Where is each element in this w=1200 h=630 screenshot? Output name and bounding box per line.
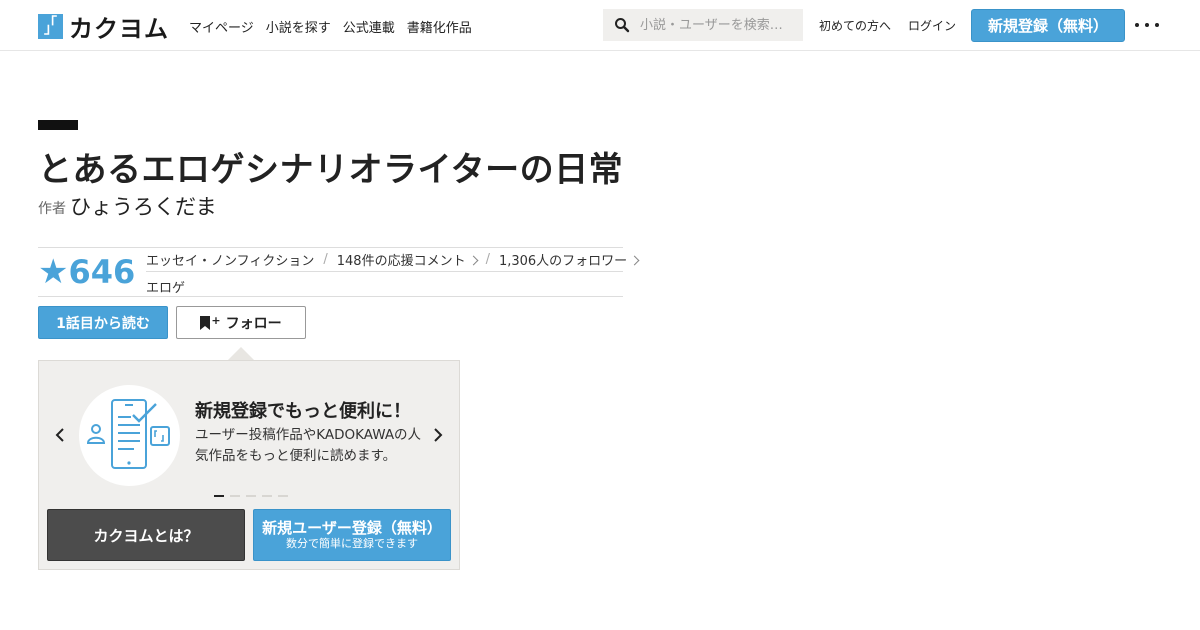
carousel-dot[interactable] xyxy=(278,495,288,497)
author-label: 作者 xyxy=(38,201,66,217)
title-accent-bar xyxy=(38,120,78,130)
follow-label: フォロー xyxy=(225,315,282,332)
site-header: 「 」 カクヨム マイページ 小説を探す 公式連載 書籍化作品 初めての方へ ロ… xyxy=(0,0,1200,51)
carousel-dots xyxy=(214,495,288,497)
work-stats: ★ 646 エッセイ・ノンフィクション / 148件の応援コメント / 1,30… xyxy=(38,247,640,297)
carousel-dot[interactable] xyxy=(246,495,256,497)
first-time-link[interactable]: 初めての方へ xyxy=(819,17,891,34)
search-icon[interactable] xyxy=(614,17,630,33)
logo-mark: 「 」 xyxy=(38,13,63,39)
tag-link[interactable]: エロゲ xyxy=(146,277,185,296)
star-count: 646 xyxy=(68,253,136,291)
genre-link[interactable]: エッセイ・ノンフィクション xyxy=(146,250,314,269)
star-rating[interactable]: ★ 646 xyxy=(38,252,135,292)
separator: / xyxy=(323,252,328,267)
site-logo[interactable]: 「 」 カクヨム xyxy=(38,13,169,43)
signup-promo-panel: 新規登録でもっと便利に！ ユーザー投稿作品やKADOKAWAの人気作品をもっと便… xyxy=(38,360,460,570)
follow-button[interactable]: + フォロー xyxy=(176,306,306,339)
about-kakuyomu-button[interactable]: カクヨムとは？ xyxy=(47,509,245,561)
register-button-label: 新規ユーザー登録（無料） xyxy=(262,519,442,537)
carousel-dot[interactable] xyxy=(262,495,272,497)
carousel-dot[interactable] xyxy=(214,495,224,497)
main-nav: マイページ 小説を探す 公式連載 書籍化作品 xyxy=(189,17,472,36)
nav-published-works[interactable]: 書籍化作品 xyxy=(407,17,472,36)
followers-count: 1,306人のフォロワー xyxy=(498,254,628,269)
nav-official-series[interactable]: 公式連載 xyxy=(343,17,395,36)
comments-count: 148件の応援コメント xyxy=(336,254,466,269)
search-box xyxy=(603,9,803,41)
chevron-left-icon[interactable] xyxy=(53,427,67,443)
bookmark-plus-icon: + xyxy=(200,315,221,330)
work-meta: エッセイ・ノンフィクション / 148件の応援コメント / 1,306人のフォロ… xyxy=(146,248,640,272)
carousel-dot[interactable] xyxy=(230,495,240,497)
promo-title: 新規登録でもっと便利に！ xyxy=(195,401,411,422)
nav-mypage[interactable]: マイページ xyxy=(189,17,254,36)
chevron-right-icon xyxy=(629,255,640,266)
promo-body: ユーザー投稿作品やKADOKAWAの人気作品をもっと便利に読めます。 xyxy=(195,427,422,464)
register-button-sublabel: 数分で簡単に登録できます xyxy=(286,537,418,550)
separator: / xyxy=(485,252,490,267)
nav-search-novels[interactable]: 小説を探す xyxy=(266,17,331,36)
work-title[interactable]: とあるエロゲシナリオライターの日常 xyxy=(38,142,623,191)
star-icon: ★ xyxy=(38,252,69,292)
chevron-right-icon[interactable] xyxy=(431,427,445,443)
chevron-right-icon xyxy=(468,255,479,266)
more-icon[interactable] xyxy=(1135,15,1159,35)
comments-link[interactable]: 148件の応援コメント xyxy=(336,250,479,269)
register-button[interactable]: 新規ユーザー登録（無料） 数分で簡単に登録できます xyxy=(253,509,451,561)
author-name[interactable]: ひょうろくだま xyxy=(70,191,217,221)
smartphone-illustration-icon xyxy=(79,385,180,486)
promo-pointer xyxy=(228,347,254,360)
followers-link[interactable]: 1,306人のフォロワー xyxy=(498,250,640,269)
logo-text: カクヨム xyxy=(69,14,169,43)
read-first-episode-button[interactable]: 1話目から読む xyxy=(38,306,168,339)
signup-button[interactable]: 新規登録（無料） xyxy=(971,9,1125,42)
login-link[interactable]: ログイン xyxy=(908,17,956,34)
search-input[interactable] xyxy=(638,16,800,34)
logo-mark-right: 」 xyxy=(44,20,58,37)
